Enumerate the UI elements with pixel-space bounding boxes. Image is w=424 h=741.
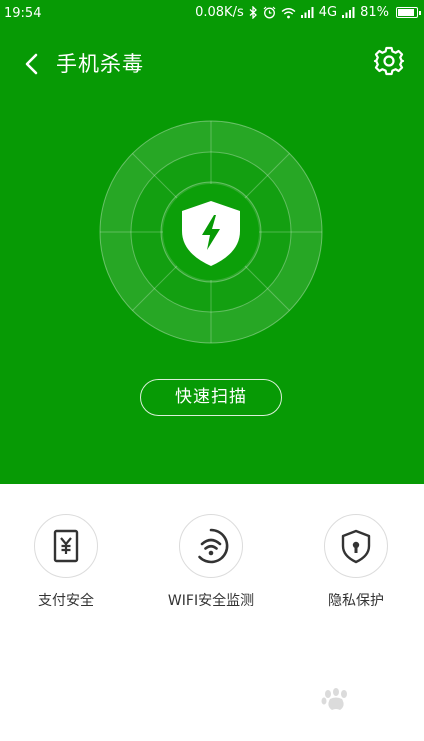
baidu-watermark-logo [321,688,347,710]
privacy-lock-icon [341,529,371,564]
signal-icon [300,7,314,18]
status-bar: 19:54 0.08K/s 4G 81% [0,0,424,28]
payment-security-icon [53,529,79,563]
network-type: 4G [318,5,338,20]
feature-label: 支付安全 [38,593,94,609]
settings-gear-icon[interactable] [372,44,406,78]
wifi-status-icon [281,7,296,18]
feature-icon-circle [179,514,243,578]
page-title: 手机杀毒 [56,52,144,76]
back-button[interactable] [16,48,48,80]
quick-scan-button[interactable]: 快速扫描 [140,379,282,416]
feature-label: WIFI安全监测 [167,593,255,609]
feature-payment-security[interactable]: 支付安全 [0,514,136,610]
alarm-icon [263,6,276,19]
scan-radar [99,120,323,344]
feature-label: 隐私保护 [328,593,384,609]
wifi-security-icon [198,528,229,564]
feature-icon-circle [34,514,98,578]
feature-privacy-protection[interactable]: 隐私保护 [286,514,424,610]
signal-icon-2 [342,7,355,18]
feature-wifi-security[interactable]: WIFI安全监测 [141,514,281,610]
feature-icon-circle [324,514,388,578]
network-speed: 0.08K/s [195,5,244,20]
battery-icon [396,7,421,18]
status-indicators: 0.08K/s 4G 81% [195,5,421,20]
battery-percent: 81% [360,5,389,20]
title-bar: 手机杀毒 [0,40,424,84]
bluetooth-icon [249,6,257,19]
status-time: 19:54 [4,6,42,21]
